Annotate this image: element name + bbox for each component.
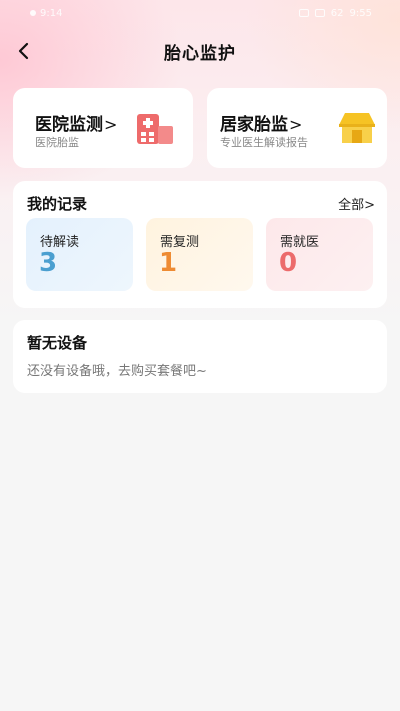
home-monitoring-title: 居家胎监> [220, 110, 302, 135]
wifi-icon [298, 9, 309, 17]
status-right: 62 9:55 [298, 7, 372, 19]
stat-value: 3 [39, 248, 58, 278]
hospital-monitoring-card[interactable]: 医院监测> 医院胎监 [13, 88, 193, 168]
stat-pending-interpretation[interactable]: 待解读 3 [26, 218, 133, 291]
home-monitoring-label: 居家胎监 [220, 115, 288, 135]
home-monitoring-subtitle: 专业医生解读报告 [220, 136, 308, 149]
stat-value: 0 [279, 248, 298, 278]
battery-level: 62 [330, 7, 344, 19]
hospital-monitoring-label: 医院监测 [35, 115, 103, 135]
hospital-monitoring-subtitle: 医院胎监 [35, 136, 79, 149]
stat-needs-retest[interactable]: 需复测 1 [146, 218, 253, 291]
stat-value: 1 [159, 248, 178, 278]
status-time-right: 9:55 [349, 7, 372, 19]
page-title: 胎心监护 [164, 43, 236, 64]
stat-needs-medical-visit[interactable]: 需就医 0 [266, 218, 373, 291]
hospital-icon [137, 114, 173, 144]
battery-icon [314, 9, 325, 17]
chevron-right-icon: > [104, 115, 118, 134]
no-device-title: 暂无设备 [27, 334, 88, 352]
house-icon [339, 113, 375, 143]
devices-card[interactable]: 暂无设备 还没有设备哦，去购买套餐吧~ [13, 320, 387, 393]
back-button[interactable] [10, 37, 38, 65]
no-device-message: 还没有设备哦，去购买套餐吧~ [27, 364, 207, 379]
signal-icon [30, 10, 36, 16]
status-bar: 9:14 62 9:55 [0, 0, 400, 26]
my-records-card: 我的记录 全部> 待解读 3 需复测 1 需就医 0 [13, 181, 387, 308]
home-monitoring-card[interactable]: 居家胎监> 专业医生解读报告 [207, 88, 387, 168]
status-time-left: 9:14 [40, 7, 63, 19]
navigation-bar: 胎心监护 [0, 34, 400, 68]
hospital-monitoring-title: 医院监测> [35, 110, 117, 135]
chevron-right-icon: > [289, 115, 303, 134]
my-records-title: 我的记录 [27, 195, 88, 213]
status-left: 9:14 [30, 8, 62, 19]
chevron-left-icon [18, 42, 29, 60]
view-all-link[interactable]: 全部> [338, 194, 375, 213]
